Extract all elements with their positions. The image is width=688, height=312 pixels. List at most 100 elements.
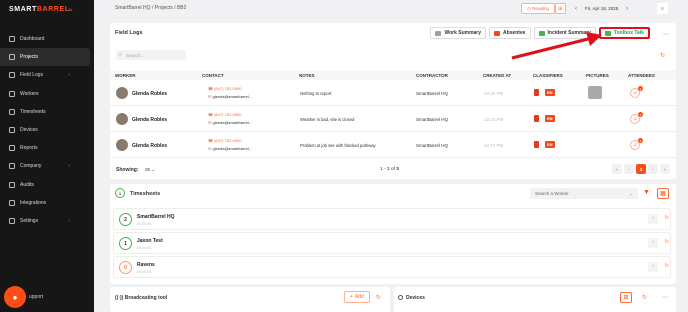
col-notes[interactable]: NOTES	[299, 73, 315, 78]
list-item[interactable]: 0 Ravens 00:00:00 + ↻	[113, 256, 671, 278]
last-page-icon[interactable]: »	[660, 164, 670, 174]
tab-absentee[interactable]: Absentee	[489, 27, 531, 39]
brand-logo[interactable]: SMARTBARREL	[9, 6, 70, 13]
sidebar-item-dashboard[interactable]: Dashboard	[0, 30, 94, 48]
sidebar-item-label: Audits	[20, 181, 34, 188]
worker-name[interactable]: Glenda Robles	[132, 117, 167, 123]
worker-count-ring: 1	[119, 237, 132, 250]
filter-icon[interactable]: ▼	[643, 189, 650, 196]
table-header: WORKER CONTACT NOTES CONTRACTOR CREATED …	[110, 70, 676, 80]
worker-search-select[interactable]: Search a Worker ⌄	[530, 188, 638, 199]
sidebar-item-timesheets[interactable]: Timesheets	[0, 103, 94, 121]
sidebar-item-integrations[interactable]: Integrations	[0, 194, 94, 212]
table-row[interactable]: Glenda Robles ☎ (647) 782-0690 ✉ glenda@sm…	[110, 132, 676, 158]
table-footer: Showing: 25 ⌄ 1 - 3 of 3 « ‹ 1 › »	[110, 163, 676, 177]
field-logs-icon	[9, 72, 15, 79]
add-icon[interactable]: +	[648, 214, 658, 224]
page-current[interactable]: 1	[636, 164, 646, 174]
refresh-icon[interactable]: ↻	[642, 294, 647, 301]
support-widget[interactable]: ● upport	[4, 286, 43, 308]
table-row[interactable]: Glenda Robles ☎ (647) 782-0690 ✉ glenda@sm…	[110, 106, 676, 132]
sidebar-item-projects[interactable]: Projects	[0, 48, 90, 67]
col-worker[interactable]: WORKER	[115, 73, 136, 78]
settings-sliders-button[interactable]: ≡	[657, 3, 668, 14]
grid-icon: ⊞	[558, 5, 563, 12]
refresh-icon[interactable]: ↻	[660, 52, 665, 59]
sidebar-item-reports[interactable]: Reports	[0, 139, 94, 157]
dashboard-icon	[9, 36, 15, 43]
col-created-at[interactable]: CREATED AT	[483, 73, 511, 78]
reading-button[interactable]: ◷ Reading	[521, 3, 555, 14]
email-link[interactable]: ✉ glenda@smartbarrel...	[208, 120, 252, 125]
chevron-down-icon: ⌄	[151, 167, 156, 172]
col-contact[interactable]: CONTACT	[202, 73, 224, 78]
refresh-icon[interactable]: ↻	[665, 215, 669, 221]
email-link[interactable]: ✉ glenda@smartbarrel...	[208, 146, 252, 151]
timesheet-name[interactable]: Jaxon Test	[137, 238, 163, 244]
field-logs-search-input[interactable]: ⌕ Search...	[116, 50, 186, 60]
chevron-left-icon[interactable]: ‹	[575, 6, 577, 12]
sidebar-item-company[interactable]: Company ‹	[0, 157, 94, 175]
settings-icon	[9, 217, 15, 224]
col-classifiers[interactable]: CLASSIFIERS	[533, 73, 563, 78]
date-label[interactable]: Fri, Apr 18, 2025	[585, 6, 618, 11]
calendar-icon[interactable]: ▦	[657, 188, 669, 199]
breadcrumb[interactable]: SmartBarrel HQ / Projects / BB2	[115, 5, 186, 11]
tab-work-summary[interactable]: Work Summary	[430, 27, 487, 39]
attendees-count: 2	[638, 86, 643, 91]
sidebar-item-label: Dashboard	[20, 36, 45, 43]
sidebar-item-label: Reports	[20, 145, 38, 152]
add-icon[interactable]: +	[648, 262, 658, 272]
sidebar-item-field-logs[interactable]: Field Logs ‹	[0, 66, 94, 84]
tab-toolbox-talk[interactable]: Toolbox Talk	[598, 27, 650, 39]
prev-page-icon[interactable]: ‹	[624, 164, 634, 174]
table-row[interactable]: Glenda Robles ☎ (647) 782-0690 ✉ glenda@sm…	[110, 80, 676, 106]
field-logs-tabs: Work Summary Absentee Incident Summary T…	[430, 27, 650, 39]
timesheet-name[interactable]: SmartBarrel HQ	[137, 214, 175, 220]
phone-link[interactable]: ☎ (647) 782-0690	[208, 112, 241, 117]
view-toggle-button[interactable]: ⊞	[555, 3, 566, 14]
tab-incident-summary[interactable]: Incident Summary	[533, 27, 596, 39]
sidebar-item-devices[interactable]: Devices	[0, 121, 94, 139]
language-badge[interactable]: EN	[545, 115, 555, 122]
email-link[interactable]: ✉ glenda@smartbarrel...	[208, 94, 252, 99]
phone-link[interactable]: ☎ (647) 782-0690	[208, 138, 241, 143]
language-badge[interactable]: EN	[545, 89, 555, 96]
pdf-icon[interactable]	[534, 115, 539, 122]
col-contractor[interactable]: CONTRACTOR	[416, 73, 448, 78]
broadcast-add-button[interactable]: + Add	[344, 291, 370, 303]
support-label: upport	[29, 294, 44, 300]
timesheets-title: Timesheets	[130, 191, 161, 197]
worker-name[interactable]: Glenda Robles	[132, 91, 167, 97]
col-pictures[interactable]: PICTURES	[586, 73, 609, 78]
sliders-icon: ≡	[661, 5, 664, 12]
next-page-icon[interactable]: ›	[648, 164, 658, 174]
add-icon[interactable]: +	[648, 238, 658, 248]
worker-name[interactable]: Glenda Robles	[132, 143, 167, 149]
col-attendees[interactable]: ATTENDEES	[628, 73, 655, 78]
more-options-icon[interactable]: ⋯	[663, 31, 669, 38]
pdf-icon[interactable]	[534, 141, 539, 148]
language-badge[interactable]: EN	[545, 141, 555, 148]
first-page-icon[interactable]: «	[612, 164, 622, 174]
grid-view-icon[interactable]: ⊞	[620, 292, 632, 303]
chevron-right-icon[interactable]: ›	[626, 6, 628, 12]
pdf-icon[interactable]	[534, 89, 539, 96]
more-options-icon[interactable]: ⋯	[662, 294, 668, 301]
list-item[interactable]: 1 Jaxon Test 00:00:00 + ↻	[113, 232, 671, 254]
picture-thumbnail[interactable]	[588, 86, 602, 99]
refresh-icon[interactable]: ↻	[665, 263, 669, 269]
phone-link[interactable]: ☎ (647) 782-0690	[208, 86, 241, 91]
chat-icon[interactable]: ●	[4, 286, 26, 308]
refresh-icon[interactable]: ↻	[376, 294, 381, 301]
refresh-icon[interactable]: ↻	[665, 239, 669, 245]
sidebar-item-workers[interactable]: Workers	[0, 85, 94, 103]
sidebar-item-audits[interactable]: Audits	[0, 176, 94, 194]
work-summary-icon	[435, 30, 442, 36]
sidebar-item-settings[interactable]: Settings ‹	[0, 212, 94, 230]
list-item[interactable]: 2 SmartBarrel HQ 00:00:00 + ↻	[113, 208, 671, 230]
devices-icon	[9, 127, 15, 134]
contractor-name: SmartBarrel HQ	[416, 91, 449, 96]
timesheet-name[interactable]: Ravens	[137, 262, 155, 268]
page-size-select[interactable]: 25 ⌄	[142, 166, 158, 174]
